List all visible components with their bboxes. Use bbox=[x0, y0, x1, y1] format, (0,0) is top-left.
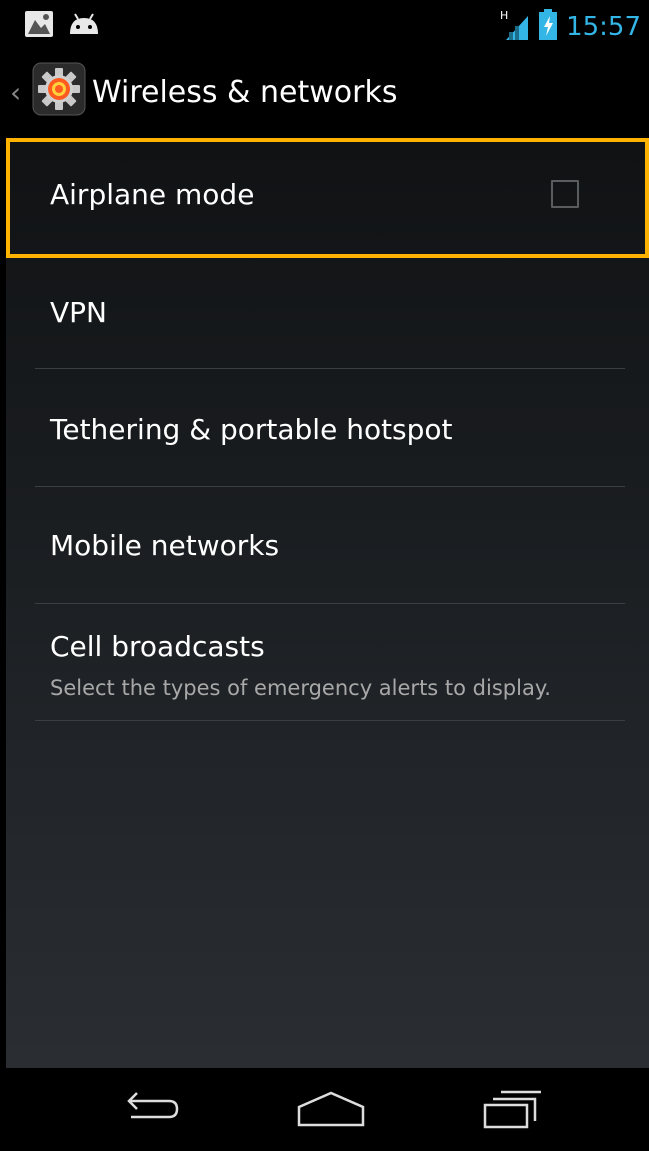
vpn-label: VPN bbox=[50, 296, 107, 329]
settings-gear-icon[interactable] bbox=[32, 62, 86, 116]
settings-list: Airplane mode VPN Tethering & portable h… bbox=[6, 138, 649, 1068]
page-title: Wireless & networks bbox=[92, 75, 398, 110]
mobile-networks-item[interactable]: Mobile networks bbox=[6, 487, 649, 603]
airplane-mode-label: Airplane mode bbox=[50, 178, 255, 211]
cell-broadcasts-item[interactable]: Cell broadcasts Select the types of emer… bbox=[6, 604, 649, 720]
android-icon bbox=[68, 12, 100, 40]
battery-charging-icon bbox=[538, 9, 558, 45]
divider bbox=[35, 720, 625, 721]
navigation-bar bbox=[6, 1068, 649, 1151]
tethering-item[interactable]: Tethering & portable hotspot bbox=[6, 369, 649, 486]
vpn-item[interactable]: VPN bbox=[6, 258, 649, 368]
back-icon[interactable] bbox=[116, 1084, 186, 1134]
cell-broadcasts-summary: Select the types of emergency alerts to … bbox=[50, 676, 551, 700]
recent-apps-icon[interactable] bbox=[476, 1084, 546, 1134]
status-bar: H 15:57 bbox=[6, 0, 649, 50]
screen: H 15:57 ‹ Wireless & networks Airplane m… bbox=[6, 0, 649, 1151]
signal-icon: H bbox=[500, 8, 530, 46]
cell-broadcasts-label: Cell broadcasts bbox=[50, 630, 265, 663]
home-icon[interactable] bbox=[296, 1084, 366, 1134]
notification-image-icon bbox=[24, 10, 54, 42]
airplane-mode-item[interactable]: Airplane mode bbox=[6, 138, 649, 258]
action-bar[interactable]: ‹ Wireless & networks bbox=[6, 50, 649, 138]
mobile-networks-label: Mobile networks bbox=[50, 529, 280, 562]
tethering-label: Tethering & portable hotspot bbox=[50, 413, 453, 446]
up-caret-icon[interactable]: ‹ bbox=[10, 79, 21, 107]
airplane-mode-checkbox[interactable] bbox=[551, 180, 579, 208]
clock: 15:57 bbox=[566, 12, 641, 42]
svg-text:H: H bbox=[500, 9, 508, 22]
